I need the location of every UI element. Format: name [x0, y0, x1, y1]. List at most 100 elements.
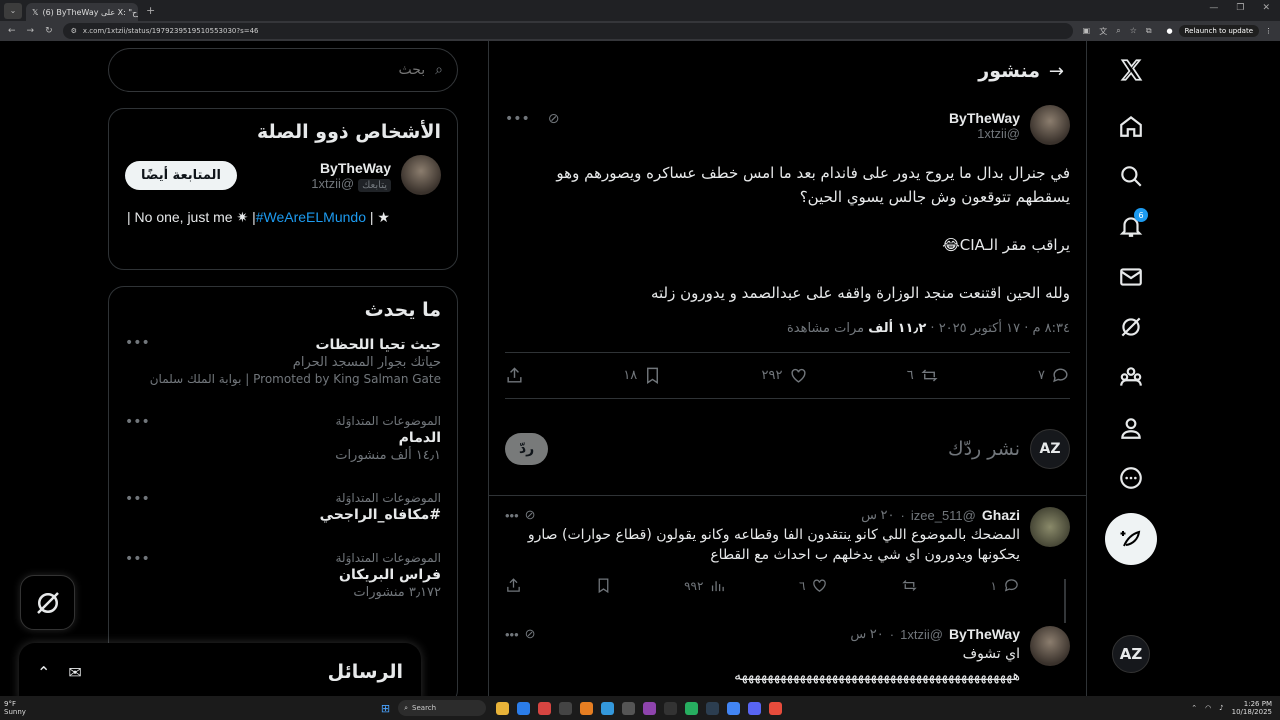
relaunch-button[interactable]: Relaunch to update [1178, 25, 1259, 37]
bio-hashtag-link[interactable]: #WeAreELMundo [256, 209, 366, 225]
steam-icon[interactable] [706, 701, 720, 715]
avatar[interactable] [401, 155, 441, 195]
volume-icon[interactable]: ♪ [1219, 704, 1223, 712]
share-action[interactable] [505, 366, 524, 385]
reply-display-name[interactable]: ByTheWay [949, 626, 1020, 642]
trend-item[interactable]: ••• الموضوعات المتداوَلة الدمام ١٤٫١ ألف… [109, 404, 457, 473]
related-user[interactable]: ByTheWay يتابعك @1xtzii المتابعة أيضًا | … [109, 143, 457, 239]
expand-chevrons-icon[interactable]: ⌃ [37, 663, 50, 682]
repost-action[interactable] [901, 577, 918, 594]
network-icon[interactable]: ◠ [1205, 704, 1211, 712]
like-action[interactable]: ٢٩٢ [762, 366, 808, 385]
discord-icon[interactable] [748, 701, 762, 715]
app-icon[interactable] [601, 701, 615, 715]
weather-widget[interactable]: 9°F Sunny [4, 700, 26, 716]
app-icon[interactable] [580, 701, 594, 715]
related-display-name[interactable]: ByTheWay [311, 160, 391, 176]
app-icon[interactable] [622, 701, 636, 715]
notifications-bell-icon[interactable]: 6 [1116, 208, 1148, 241]
forward-nav-icon[interactable]: → [27, 26, 35, 36]
more-options-icon[interactable]: ••• [125, 414, 150, 430]
post-timestamp[interactable]: ٨:٣٤ م · ١٧ أكتوبر ٢٠٢٥ · [926, 321, 1070, 336]
maximize-icon[interactable]: ❐ [1236, 3, 1244, 13]
edge-icon[interactable] [517, 701, 531, 715]
extensions-icon[interactable]: ⧉ [1146, 26, 1152, 37]
x-logo-icon[interactable] [1116, 55, 1146, 85]
reply-display-name[interactable]: Ghazi [982, 507, 1020, 523]
like-action[interactable]: ٦ [799, 577, 828, 594]
browser-menu-icon[interactable]: ⋮ [1265, 27, 1272, 35]
new-tab-icon[interactable]: + [146, 4, 155, 17]
tray-chevron-icon[interactable]: ⌃ [1191, 704, 1197, 712]
file-explorer-icon[interactable] [496, 701, 510, 715]
reply-action[interactable]: ٧ [1038, 366, 1070, 385]
grok-floating-button[interactable] [20, 575, 75, 630]
reply-submit-button[interactable]: ردّ [505, 433, 549, 465]
reply-avatar[interactable] [1030, 507, 1070, 547]
search-bar[interactable]: ⌕ [108, 48, 458, 92]
messages-drawer[interactable]: الرسائل ⌃ ✉ [19, 643, 421, 696]
trend-item[interactable]: ••• حيث تحيا اللحظات حياتك بجوار المسجد … [109, 321, 457, 396]
author-username[interactable]: @1xtzii [949, 126, 1020, 141]
app-icon[interactable] [538, 701, 552, 715]
more-options-icon[interactable]: ••• [505, 111, 530, 127]
more-options-icon[interactable]: ••• [125, 551, 150, 567]
reply-username[interactable]: @izee_511 [911, 508, 976, 523]
back-arrow-icon[interactable]: → [1049, 61, 1064, 82]
trend-item[interactable]: ••• الموضوعات المتداوَلة #مكافاه_الراجحي [109, 481, 457, 533]
compose-post-button[interactable] [1105, 513, 1157, 565]
grok-icon[interactable] [1116, 312, 1146, 342]
bookmark-action[interactable] [595, 577, 612, 594]
reply-time[interactable]: ٢٠ س [850, 626, 883, 642]
windows-start-icon[interactable]: ⊞ [381, 702, 390, 715]
bookmark-action[interactable]: ١٨ [623, 366, 662, 385]
install-icon[interactable]: ▣ [1083, 26, 1091, 37]
follow-back-button[interactable]: المتابعة أيضًا [125, 160, 237, 190]
taskbar-search[interactable]: ⌕ Search [398, 700, 487, 716]
app-icon[interactable] [685, 701, 699, 715]
repost-action[interactable]: ٦ [907, 366, 939, 385]
trend-item[interactable]: ••• الموضوعات المتداوَلة فراس البريكان ٣… [109, 541, 457, 610]
grok-explain-icon[interactable]: ⊘ [525, 626, 536, 642]
app-icon[interactable] [769, 701, 783, 715]
app-icon[interactable] [664, 701, 678, 715]
views-action[interactable]: ٩٩٢ [684, 577, 726, 594]
grok-explain-icon[interactable]: ⊘ [525, 507, 536, 523]
browser-tab[interactable]: 𝕏 (6) ByTheWay على X: "في جنرال بدال ما … [26, 3, 138, 21]
explore-search-icon[interactable] [1116, 161, 1146, 191]
reply-action[interactable]: ١ [991, 577, 1020, 594]
reply-input[interactable]: نشر ردّك [558, 438, 1020, 460]
clock[interactable]: 1:26 PM 10/18/2025 [1232, 700, 1272, 716]
star-icon[interactable]: ☆ [1130, 26, 1137, 37]
address-bar[interactable]: ⚙ x.com/1xtzii/status/197923951951055303… [62, 23, 1073, 39]
grok-explain-icon[interactable]: ⊘ [548, 111, 560, 127]
more-circle-icon[interactable] [1116, 463, 1146, 493]
profile-icon[interactable] [1116, 413, 1146, 443]
chrome-icon[interactable] [727, 701, 741, 715]
app-icon[interactable] [643, 701, 657, 715]
author-display-name[interactable]: ByTheWay [949, 110, 1020, 126]
avatar[interactable] [1030, 105, 1070, 145]
related-username[interactable]: @1xtzii [311, 176, 354, 191]
more-options-icon[interactable]: ••• [125, 491, 150, 507]
tab-search-icon[interactable]: ⌄ [4, 2, 22, 19]
back-nav-icon[interactable]: ← [8, 26, 16, 36]
more-options-icon[interactable]: ••• [505, 627, 519, 642]
profile-avatar-icon[interactable]: ● [1167, 27, 1173, 35]
search-input[interactable] [123, 62, 426, 78]
more-options-icon[interactable]: ••• [125, 335, 150, 351]
minimize-icon[interactable]: — [1209, 3, 1218, 13]
zoom-icon[interactable]: ⌕ [1116, 26, 1120, 37]
reply-item[interactable]: Ghazi @izee_511 · ٢٠ س ⊘ ••• المضحك بالم… [505, 507, 1070, 594]
messages-envelope-icon[interactable] [1116, 262, 1146, 292]
communities-icon[interactable] [1116, 362, 1146, 392]
app-icon[interactable] [559, 701, 573, 715]
reply-time[interactable]: ٢٠ س [861, 507, 894, 523]
site-info-icon[interactable]: ⚙ [71, 27, 77, 35]
translate-icon[interactable]: 文 [1099, 26, 1107, 37]
account-avatar[interactable]: AZ [1112, 635, 1150, 673]
reply-username[interactable]: @1xtzii [900, 627, 943, 642]
home-icon[interactable] [1116, 111, 1146, 141]
window-close-icon[interactable]: ✕ [1262, 3, 1270, 13]
more-options-icon[interactable]: ••• [505, 508, 519, 523]
